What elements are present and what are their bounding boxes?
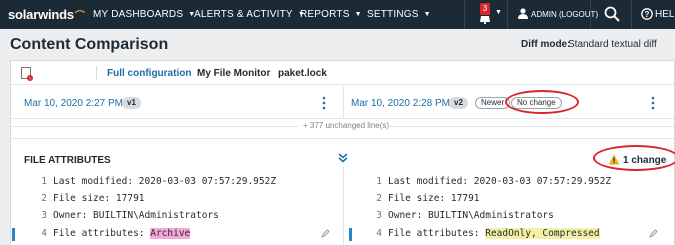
code-line: Last modified: 2020-03-03 07:57:29.952Z xyxy=(388,176,612,187)
tab-paket-lock[interactable]: paket.lock xyxy=(278,68,327,79)
nav-reports[interactable]: REPORTS ▼ xyxy=(300,9,362,20)
diff-mode-selector[interactable]: Standard textual diff xyxy=(568,39,657,50)
unchanged-lines-toggle[interactable]: + 377 unchanged line(s) xyxy=(303,121,389,130)
left-version-menu-icon[interactable] xyxy=(322,96,326,110)
code-line: Owner: BUILTIN\Administrators xyxy=(388,210,554,221)
code-line: Last modified: 2020-03-03 07:57:29.952Z xyxy=(53,176,277,187)
code-line-prefix: File attributes: xyxy=(388,228,486,239)
code-line-changed: File attributes: ReadOnly, Compressed xyxy=(388,228,600,239)
bell-icon xyxy=(480,16,490,24)
added-text-highlight: ReadOnly, Compressed xyxy=(485,228,600,239)
code-line-changed: File attributes: Archive xyxy=(53,228,191,239)
node-tabs-row: ! Full configuration My File Monitor pak… xyxy=(11,61,674,85)
versions-divider xyxy=(343,86,344,119)
caret-down-icon: ▼ xyxy=(495,9,502,16)
line-number: 3 xyxy=(41,210,47,221)
help-link[interactable]: HELP xyxy=(655,9,675,20)
left-version-tag: v1 xyxy=(122,97,141,109)
nav-separator xyxy=(631,0,632,29)
line-number: 1 xyxy=(41,176,47,187)
logo-swoosh-icon: ⌒ xyxy=(74,11,85,22)
divider-line xyxy=(387,126,674,127)
page-title: Content Comparison xyxy=(10,36,169,53)
caret-down-icon: ▼ xyxy=(423,11,431,18)
code-line: Owner: BUILTIN\Administrators xyxy=(53,210,219,221)
right-version-date[interactable]: Mar 10, 2020 2:28 PM xyxy=(351,98,450,109)
diff-mode-label: Diff mode: xyxy=(521,39,571,50)
newer-badge: Newer xyxy=(475,97,511,109)
line-number: 3 xyxy=(376,210,382,221)
nav-my-dashboards[interactable]: MY DASHBOARDS ▼ xyxy=(93,9,195,20)
right-version-menu-icon[interactable] xyxy=(651,96,655,110)
tab-full-configuration[interactable]: Full configuration xyxy=(107,68,191,79)
tab-separator xyxy=(96,66,97,80)
tab-my-file-monitor[interactable]: My File Monitor xyxy=(197,68,270,79)
file-attributes-section: FILE ATTRIBUTES 1 change 1 Last modified… xyxy=(11,138,674,245)
help-icon[interactable]: ? xyxy=(641,8,653,20)
code-line: File size: 17791 xyxy=(388,193,480,204)
no-change-badge: No change xyxy=(511,97,562,109)
divider-line xyxy=(11,126,299,127)
nav-separator xyxy=(507,0,508,29)
solarwinds-logo[interactable]: solarwinds⌒ xyxy=(8,7,85,22)
left-code-pane: 1 Last modified: 2020-03-03 07:57:29.952… xyxy=(11,139,341,245)
line-number: 4 xyxy=(41,228,47,239)
top-navigation: solarwinds⌒ MY DASHBOARDS ▼ ALERTS & ACTI… xyxy=(0,0,675,29)
code-line: File size: 17791 xyxy=(53,193,145,204)
search-icon[interactable] xyxy=(604,6,620,22)
pencil-icon[interactable] xyxy=(321,229,330,238)
removed-text-highlight: Archive xyxy=(150,228,191,239)
nav-separator xyxy=(464,0,465,29)
unchanged-lines-row[interactable]: + 377 unchanged line(s) xyxy=(11,120,674,133)
pencil-icon[interactable] xyxy=(649,229,658,238)
line-number: 2 xyxy=(376,193,382,204)
svg-text:!: ! xyxy=(29,76,30,81)
caret-down-icon: ▼ xyxy=(354,11,362,18)
alert-count-badge: 3 xyxy=(480,3,490,15)
svg-text:?: ? xyxy=(645,10,650,19)
line-number: 4 xyxy=(376,228,382,239)
nav-separator xyxy=(590,0,591,29)
alerts-bell-button[interactable]: 3 ▼ xyxy=(476,3,506,27)
changed-line-marker xyxy=(12,228,15,241)
left-version-date[interactable]: Mar 10, 2020 2:27 PM xyxy=(24,98,123,109)
right-version-tag: v2 xyxy=(449,97,468,109)
line-number: 1 xyxy=(376,176,382,187)
nav-alerts-activity[interactable]: ALERTS & ACTIVITY ▼ xyxy=(194,9,305,20)
nav-settings[interactable]: SETTINGS ▼ xyxy=(367,9,431,20)
node-document-icon: ! xyxy=(21,67,33,81)
admin-logout-link[interactable]: ADMIN (LOGOUT) xyxy=(531,10,598,19)
line-number: 2 xyxy=(41,193,47,204)
user-icon xyxy=(518,8,528,19)
versions-row: Mar 10, 2020 2:27 PM v1 Mar 10, 2020 2:2… xyxy=(11,86,674,119)
changed-line-marker xyxy=(349,228,352,241)
comparison-card: ! Full configuration My File Monitor pak… xyxy=(10,60,675,245)
right-code-pane: 1 Last modified: 2020-03-03 07:57:29.952… xyxy=(344,139,674,245)
code-line-prefix: File attributes: xyxy=(53,228,151,239)
